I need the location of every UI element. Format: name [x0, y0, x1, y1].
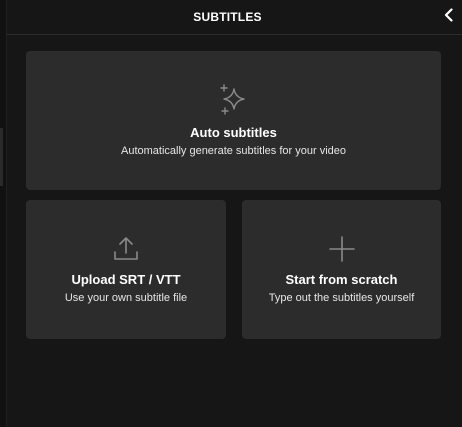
upload-srt-vtt-card[interactable]: Upload SRT / VTT Use your own subtitle f…	[26, 200, 226, 339]
panel-left-edge	[0, 0, 7, 427]
upload-icon	[111, 234, 141, 264]
panel-header: SUBTITLES	[7, 0, 462, 35]
scratch-description: Type out the subtitles yourself	[268, 292, 415, 304]
subtitles-panel: SUBTITLES Auto subtitles Automatically g…	[0, 0, 462, 427]
auto-subtitles-description: Automatically generate subtitles for you…	[120, 145, 346, 157]
panel-resize-handle[interactable]	[0, 128, 3, 186]
panel-title: SUBTITLES	[193, 10, 262, 24]
plus-icon	[327, 234, 357, 264]
sparkles-icon	[217, 83, 251, 117]
upload-title: Upload SRT / VTT	[71, 272, 181, 287]
start-from-scratch-card[interactable]: Start from scratch Type out the subtitle…	[242, 200, 441, 339]
auto-subtitles-card[interactable]: Auto subtitles Automatically generate su…	[26, 51, 441, 190]
collapse-button[interactable]	[440, 5, 458, 25]
chevron-left-icon	[444, 8, 453, 22]
auto-subtitles-title: Auto subtitles	[190, 125, 277, 140]
scratch-title: Start from scratch	[285, 272, 398, 287]
upload-description: Use your own subtitle file	[64, 292, 188, 304]
